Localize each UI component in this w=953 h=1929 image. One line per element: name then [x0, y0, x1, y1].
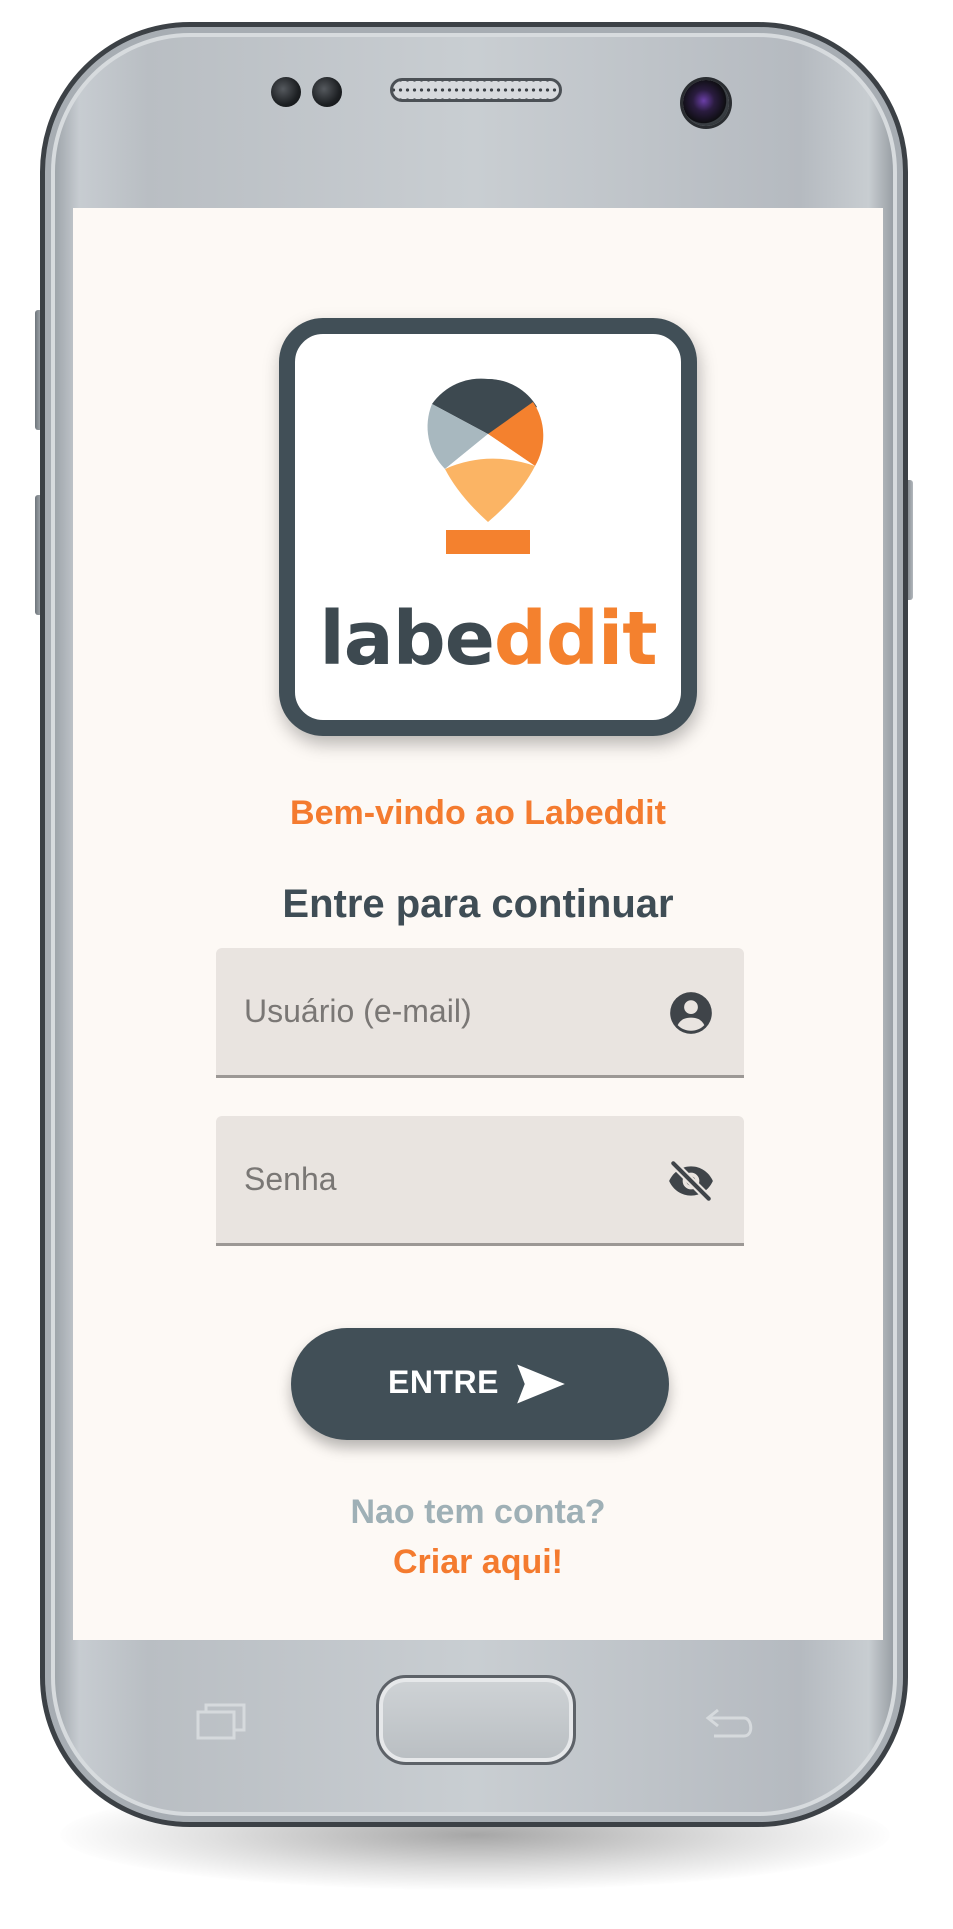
- back-icon: [705, 1708, 753, 1738]
- login-subtitle: Entre para continuar: [282, 882, 674, 926]
- device-mockup: labeddit Bem-vindo ao Labeddit Entre par…: [0, 0, 953, 1929]
- earpiece-speaker: [390, 78, 562, 102]
- eye-off-icon[interactable]: [666, 1156, 716, 1206]
- light-sensor-icon: [312, 77, 342, 107]
- no-account-text: Nao tem conta?: [350, 1493, 606, 1531]
- logo-wordmark: labeddit: [295, 602, 681, 676]
- logo-text-orange: ddit: [493, 596, 658, 682]
- email-field[interactable]: [216, 948, 744, 1078]
- password-input[interactable]: [244, 1116, 624, 1243]
- welcome-heading: Bem-vindo ao Labeddit: [290, 794, 666, 832]
- app-screen: labeddit Bem-vindo ao Labeddit Entre par…: [73, 208, 883, 1640]
- home-button: [376, 1675, 576, 1765]
- account-circle-icon: [670, 992, 712, 1034]
- proximity-sensor-icon: [271, 77, 301, 107]
- login-submit-button[interactable]: ENTRE: [291, 1328, 669, 1440]
- login-submit-label: ENTRE: [388, 1364, 499, 1400]
- create-account-link[interactable]: Criar aqui!: [73, 1543, 883, 1582]
- send-icon: [517, 1364, 565, 1404]
- logo-text-dark: labe: [319, 596, 494, 682]
- email-input[interactable]: [244, 948, 624, 1075]
- app-logo: labeddit: [279, 318, 697, 736]
- recent-apps-icon: [196, 1703, 246, 1740]
- password-field[interactable]: [216, 1116, 744, 1246]
- front-camera-icon: [683, 80, 729, 126]
